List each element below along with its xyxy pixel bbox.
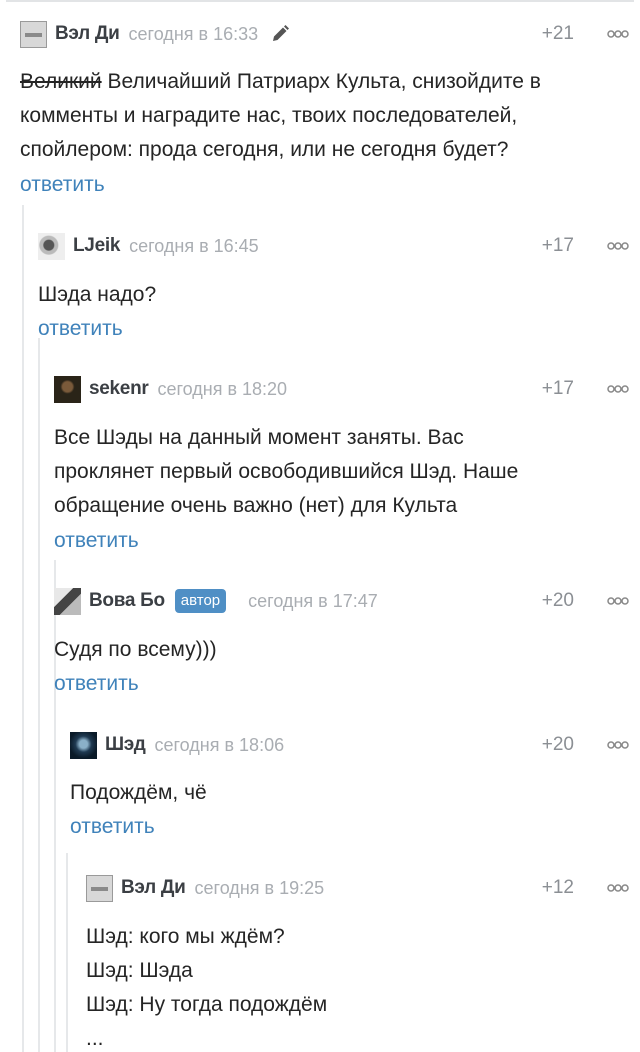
- comment-rating: +21: [541, 23, 574, 44]
- comment-rating: +17: [541, 378, 574, 399]
- comment-rating: +20: [541, 590, 574, 611]
- comment-author[interactable]: Вэл Ди: [121, 877, 186, 899]
- comment-text: Все Шэды на данный момент заняты. Вас пр…: [54, 421, 518, 523]
- comment-text-fragment: Величайший Патриарх Культа, снизойдите в: [101, 70, 541, 93]
- comment-time[interactable]: сегодня в 18:06: [155, 735, 285, 756]
- more-icon[interactable]: [607, 884, 629, 892]
- comment-text: Шэд: кого мы ждём? Шэд: Шэда Шэд: Ну тог…: [86, 920, 327, 1052]
- more-icon[interactable]: [607, 385, 629, 393]
- comment-text-line: Великий Величайший Патриарх Культа, сниз…: [20, 65, 541, 99]
- thread-line: [38, 338, 40, 1052]
- reply-link[interactable]: ответить: [70, 815, 155, 839]
- comment-time[interactable]: сегодня в 17:47: [248, 591, 378, 612]
- comment-author[interactable]: sekenr: [89, 378, 149, 400]
- comment-text: Шэда надо?: [38, 278, 156, 312]
- comment-author[interactable]: Шэд: [105, 734, 146, 756]
- comment-text: Судя по всему))): [54, 633, 217, 667]
- comment-text-line: Шэд: кого мы ждём?: [86, 925, 285, 948]
- avatar[interactable]: [54, 587, 81, 615]
- avatar[interactable]: [70, 731, 97, 759]
- comment-rating: +12: [541, 877, 574, 898]
- comment-text-line: Шэда надо?: [38, 283, 157, 306]
- comment-text-line: Судя по всему))): [54, 638, 217, 661]
- more-icon[interactable]: [607, 30, 629, 38]
- comment-text-line: комменты и наградите нас, твоих последов…: [20, 104, 518, 127]
- comment-text-line: проклянет первый освободившийся Шэд. Наш…: [54, 460, 519, 483]
- comment-time[interactable]: сегодня в 16:45: [129, 236, 259, 257]
- comment-text-line: Все Шэды на данный момент заняты. Вас: [54, 426, 464, 449]
- more-icon[interactable]: [607, 242, 629, 250]
- comment-time[interactable]: сегодня в 16:33: [129, 24, 259, 45]
- comment-text-line: ...: [86, 1027, 104, 1050]
- comment-text-line: спойлером: прода сегодня, или не сегодня…: [20, 138, 509, 161]
- comment-author[interactable]: Вова Бо: [89, 590, 165, 612]
- comment-rating: +17: [541, 235, 574, 256]
- comment-text: Подождём, чё: [70, 776, 207, 810]
- comment-text: Великий Величайший Патриарх Культа, сниз…: [20, 65, 541, 167]
- pencil-icon[interactable]: [270, 24, 290, 44]
- comment-text-line: Шэд: Шэда: [86, 959, 193, 982]
- strikethrough-word: Великий: [20, 70, 102, 93]
- thread-line: [54, 706, 56, 1052]
- reply-link[interactable]: ответить: [38, 317, 123, 341]
- comment-text-line: Подождём, чё: [70, 781, 207, 804]
- avatar[interactable]: [20, 20, 47, 48]
- reply-link[interactable]: ответить: [20, 173, 105, 197]
- avatar[interactable]: [86, 874, 113, 902]
- comment-time[interactable]: сегодня в 18:20: [157, 379, 287, 400]
- comment-text-line: Шэд: Ну тогда подождём: [86, 993, 328, 1016]
- more-icon[interactable]: [607, 741, 629, 749]
- more-icon[interactable]: [607, 597, 629, 605]
- comment-author[interactable]: LJeik: [73, 235, 120, 257]
- author-badge: автор: [174, 589, 227, 613]
- reply-link[interactable]: ответить: [54, 672, 139, 696]
- comment-rating: +20: [541, 734, 574, 755]
- comment-time[interactable]: сегодня в 19:25: [195, 878, 325, 899]
- thread-line: [22, 205, 24, 1052]
- top-divider: [6, 0, 634, 2]
- avatar[interactable]: [54, 375, 81, 403]
- comment-author[interactable]: Вэл Ди: [55, 23, 120, 45]
- thread-line: [66, 853, 68, 1052]
- comment-text-line: обращение очень важно (нет) для Культа: [54, 494, 458, 517]
- avatar[interactable]: [38, 232, 65, 260]
- reply-link[interactable]: ответить: [54, 529, 139, 553]
